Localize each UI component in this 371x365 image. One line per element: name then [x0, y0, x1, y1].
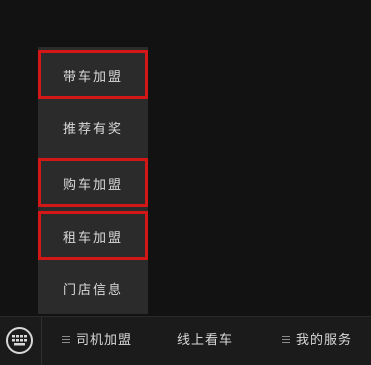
- tab-view-cars-online[interactable]: 线上看车: [177, 317, 233, 365]
- submenu-item-label: 带车加盟: [62, 70, 123, 85]
- menu-icon: [282, 336, 290, 343]
- submenu-item-with-car-join[interactable]: 带车加盟: [38, 50, 148, 99]
- bottom-navigation-bar: 司机加盟 线上看车 我的服务: [0, 316, 371, 365]
- tab-driver-join[interactable]: 司机加盟: [62, 317, 132, 365]
- submenu-item-label: 租车加盟: [62, 231, 123, 246]
- submenu-item-label: 购车加盟: [62, 178, 123, 193]
- tab-label: 司机加盟: [76, 333, 133, 348]
- submenu-item-label: 门店信息: [62, 283, 123, 298]
- submenu-item-buy-car-join[interactable]: 购车加盟: [38, 158, 148, 207]
- popup-submenu: 带车加盟 推荐有奖 购车加盟 租车加盟 门店信息: [38, 47, 148, 314]
- keyboard-icon: [12, 335, 27, 346]
- submenu-item-store-info[interactable]: 门店信息: [38, 266, 148, 315]
- tab-my-services[interactable]: 我的服务: [282, 317, 352, 365]
- screen: 带车加盟 推荐有奖 购车加盟 租车加盟 门店信息 司机加盟 线上看车 我的服务: [0, 0, 371, 365]
- submenu-item-label: 推荐有奖: [62, 122, 123, 137]
- divider: [41, 317, 42, 365]
- submenu-item-referral-reward[interactable]: 推荐有奖: [38, 105, 148, 154]
- menu-icon: [62, 336, 70, 343]
- keyboard-toggle-button[interactable]: [6, 327, 33, 354]
- submenu-item-rent-car-join[interactable]: 租车加盟: [38, 211, 148, 260]
- tab-label: 线上看车: [177, 333, 234, 348]
- tab-label: 我的服务: [296, 333, 353, 348]
